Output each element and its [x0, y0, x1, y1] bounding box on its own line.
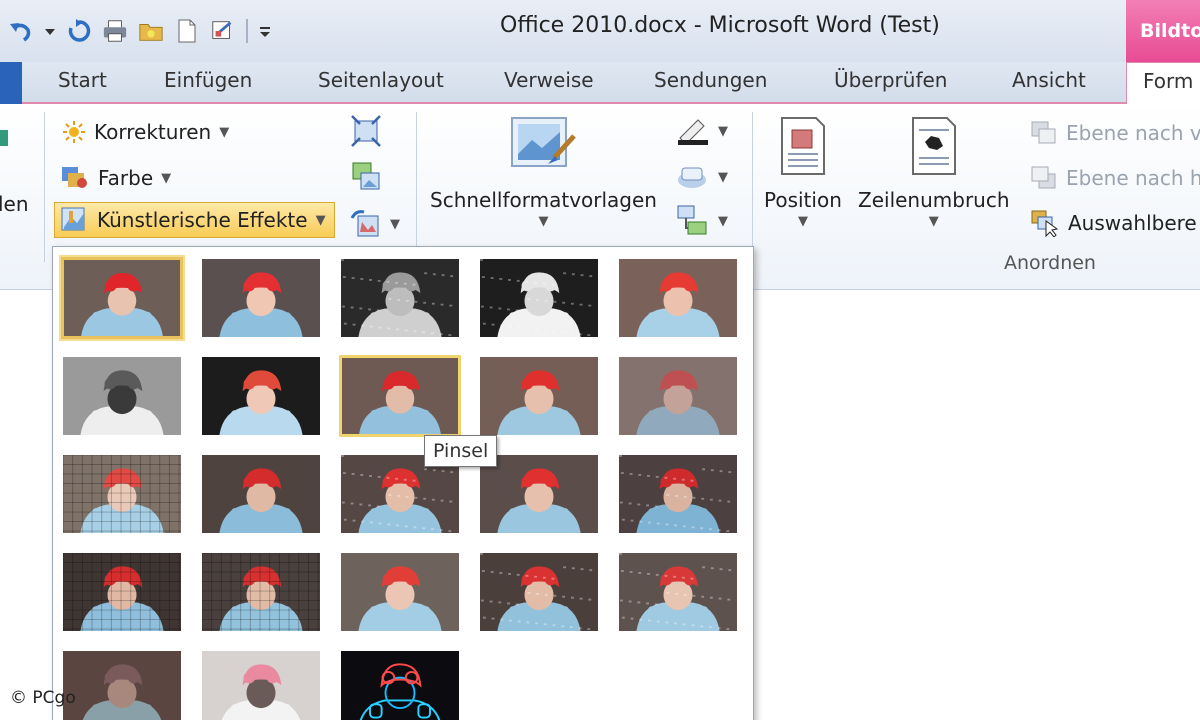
ribbon-tab-row: Start Einfügen Seitenlayout Verweise Sen…	[0, 62, 1200, 106]
selection-pane-label: Auswahlbere	[1068, 211, 1197, 235]
effect-thumbnail-foto[interactable]	[478, 551, 600, 633]
qat-separator	[246, 19, 248, 43]
position-button[interactable]: Position ▼	[764, 116, 842, 229]
new-document-icon[interactable]	[174, 18, 200, 44]
send-backward-icon	[1031, 166, 1056, 189]
farbe-button[interactable]: Farbe ▼	[60, 165, 171, 191]
chevron-down-icon: ▼	[718, 213, 728, 229]
file-tab[interactable]	[0, 62, 22, 104]
farbe-label: Farbe	[98, 166, 154, 190]
zeilenumbruch-button[interactable]: Zeilenumbruch ▼	[858, 116, 1010, 229]
format-painter-icon[interactable]	[210, 18, 236, 44]
bring-forward-icon	[1031, 121, 1056, 144]
artistic-effects-gallery	[52, 246, 754, 720]
schnellformatvorlagen-label: Schnellformatvorlagen	[430, 188, 657, 212]
text-wrapping-icon	[911, 117, 956, 175]
chevron-down-icon: ▼	[718, 169, 728, 185]
chevron-down-icon: ▼	[718, 123, 728, 139]
quick-styles-icon	[511, 117, 577, 167]
tab-format[interactable]: Form	[1126, 62, 1200, 106]
copyright-watermark: © PCgo	[10, 688, 76, 708]
effect-thumbnail-pinsel[interactable]	[339, 355, 461, 437]
quick-access-toolbar	[8, 12, 272, 50]
print-icon[interactable]	[102, 18, 128, 44]
effect-thumbnail-bleistift-graustufen[interactable]	[339, 257, 461, 339]
contextual-tab-picture-tools[interactable]: Bildto	[1126, 0, 1200, 62]
kuenstlerische-effekte-button[interactable]: Künstlerische Effekte ▼	[54, 202, 335, 238]
effect-thumbnail-kreuzschraffur[interactable]	[617, 453, 739, 535]
effect-thumbnail-film[interactable]	[200, 453, 322, 535]
cut-off-label: len	[0, 192, 29, 216]
dropdown-arrow-icon[interactable]	[44, 18, 56, 44]
tab-ansicht[interactable]: Ansicht	[1012, 68, 1086, 92]
compress-pictures-icon[interactable]	[350, 114, 382, 148]
effect-thumbnail-markierung[interactable]	[200, 257, 322, 339]
effect-thumbnail-kreide[interactable]	[61, 355, 183, 437]
effect-thumbnail-bleistift-skizze[interactable]	[478, 257, 600, 339]
reset-picture-icon[interactable]: ▼	[350, 208, 400, 240]
group-separator	[44, 112, 45, 262]
effect-thumbnail-pastell[interactable]	[61, 551, 183, 633]
chevron-down-icon: ▼	[219, 124, 230, 140]
send-backward-button[interactable]: Ebene nach h	[1030, 165, 1200, 191]
tab-seitenlayout[interactable]: Seitenlayout	[318, 68, 444, 92]
effect-thumbnail-licht[interactable]	[617, 551, 739, 633]
tab-ueberpruefen[interactable]: Überprüfen	[834, 68, 947, 92]
chevron-down-icon: ▼	[390, 216, 400, 232]
selection-pane-button[interactable]: Auswahlbere	[1030, 209, 1197, 237]
effect-thumbnail-glimmer[interactable]	[478, 355, 600, 437]
effect-thumbnail-leuchtende-kanten[interactable]	[339, 551, 461, 633]
color-palette-icon	[62, 167, 87, 188]
effect-thumbnail-plastik[interactable]	[200, 551, 322, 633]
customize-qat-icon[interactable]	[258, 18, 272, 44]
tab-start[interactable]: Start	[58, 68, 107, 92]
effect-thumbnail-pastell-glatt[interactable]	[339, 649, 461, 720]
zeilenumbruch-label: Zeilenumbruch	[858, 188, 1010, 212]
cut-off-icon[interactable]	[0, 124, 8, 152]
bring-forward-button[interactable]: Ebene nach v	[1030, 120, 1200, 146]
picture-border-icon[interactable]: ▼	[676, 116, 728, 146]
korrekturen-label: Korrekturen	[94, 120, 212, 144]
picture-effects-icon[interactable]: ▼	[676, 162, 728, 192]
position-icon	[780, 117, 825, 175]
group-separator	[416, 112, 417, 262]
group-separator	[752, 112, 753, 262]
schnellformatvorlagen-button[interactable]: Schnellformatvorlagen ▼	[430, 114, 657, 229]
effect-thumbnail-neon[interactable]	[61, 649, 183, 720]
chevron-down-icon: ▼	[928, 214, 939, 229]
chevron-down-icon: ▼	[161, 170, 172, 186]
send-backward-label: Ebene nach h	[1066, 166, 1200, 190]
effect-thumbnail-weichzeichner[interactable]	[617, 355, 739, 437]
effect-thumbnail-linien[interactable]	[617, 257, 739, 339]
change-picture-icon[interactable]	[350, 160, 382, 194]
group-label-anordnen: Anordnen	[1004, 252, 1096, 274]
effect-thumbnail-strich[interactable]	[200, 649, 322, 720]
document-area[interactable]	[756, 290, 1200, 720]
korrekturen-button[interactable]: Korrekturen ▼	[62, 120, 229, 144]
effect-thumbnail-none[interactable]	[61, 257, 183, 339]
redo-icon[interactable]	[66, 18, 92, 44]
bring-forward-label: Ebene nach v	[1066, 121, 1200, 145]
effect-thumbnail-glasbild[interactable]	[200, 355, 322, 437]
chevron-down-icon: ▼	[315, 212, 326, 228]
chevron-down-icon: ▼	[538, 214, 549, 229]
word-window: Office 2010.docx - Microsoft Word (Test)…	[0, 0, 1200, 720]
selection-pane-icon	[1031, 210, 1059, 237]
position-label: Position	[764, 188, 842, 212]
folder-icon[interactable]	[138, 18, 164, 44]
chevron-down-icon: ▼	[797, 214, 808, 229]
effect-thumbnail-mosaik[interactable]	[61, 453, 183, 535]
tab-einfuegen[interactable]: Einfügen	[164, 68, 252, 92]
title-bar: Office 2010.docx - Microsoft Word (Test)…	[0, 0, 1200, 62]
sun-icon	[63, 121, 85, 143]
tab-verweise[interactable]: Verweise	[504, 68, 594, 92]
undo-icon[interactable]	[8, 18, 34, 44]
kuenstlerische-effekte-label: Künstlerische Effekte	[97, 208, 308, 232]
artistic-effects-icon	[61, 207, 85, 231]
window-title: Office 2010.docx - Microsoft Word (Test)	[500, 13, 940, 38]
effect-tooltip: Pinsel	[424, 435, 498, 467]
picture-layout-icon[interactable]: ▼	[676, 204, 728, 238]
tab-sendungen[interactable]: Sendungen	[654, 68, 767, 92]
